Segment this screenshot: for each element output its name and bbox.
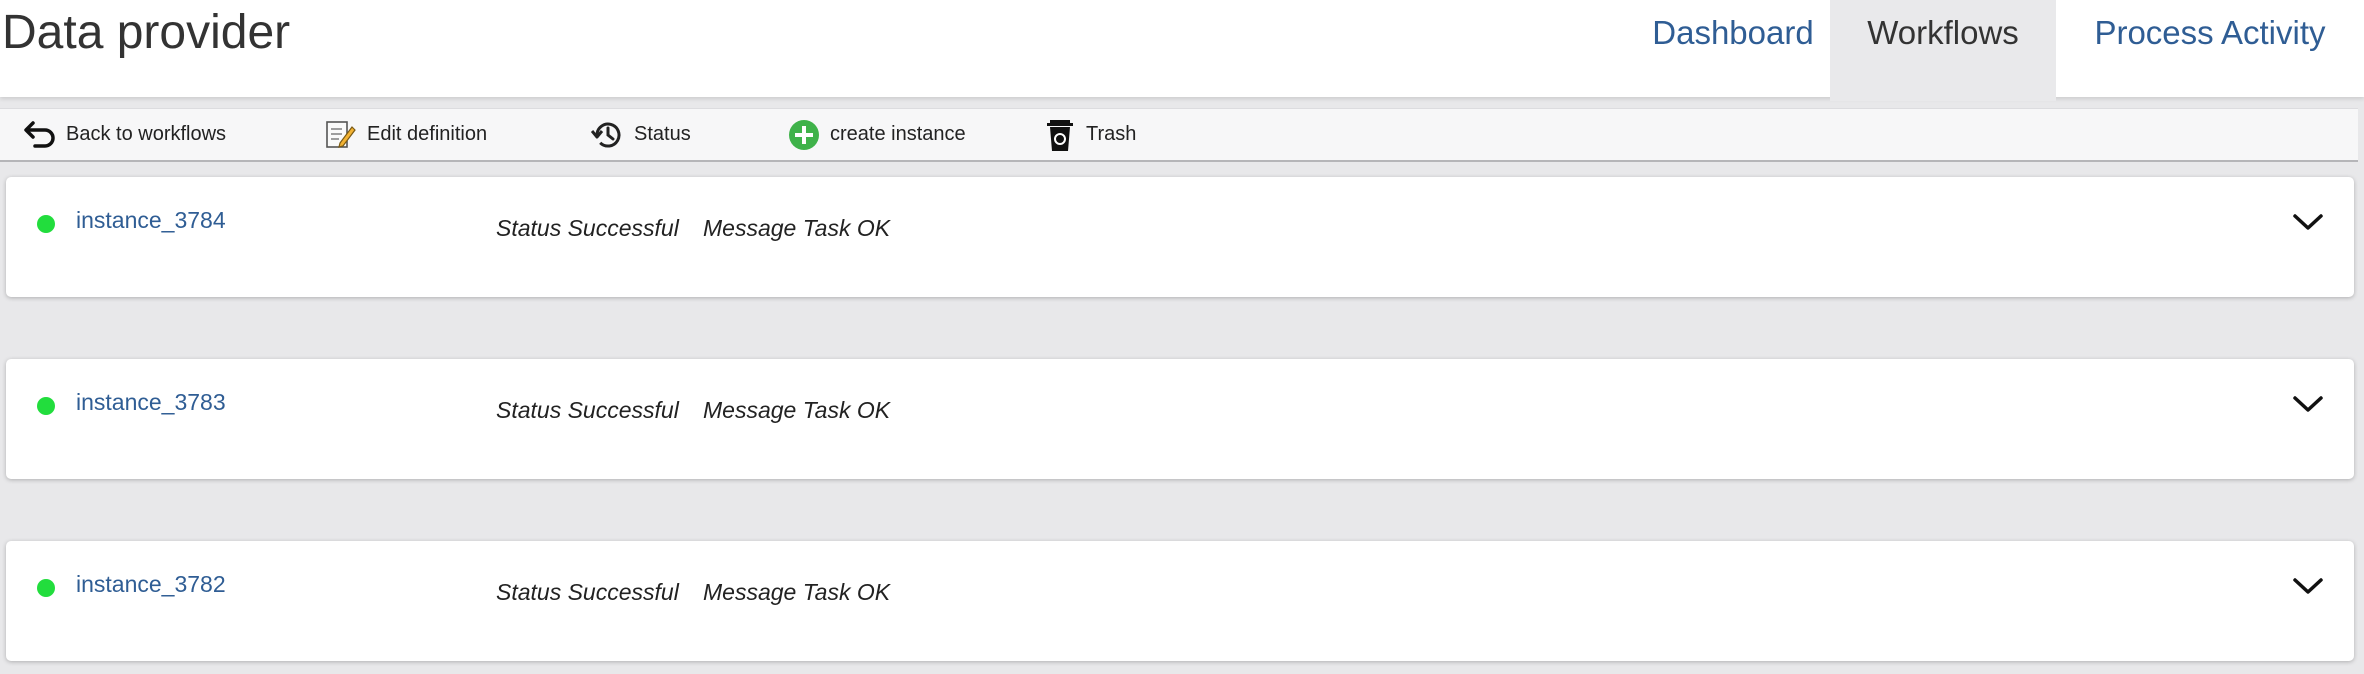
tab-process-activity[interactable]: Process Activity — [2056, 0, 2364, 101]
history-clock-icon — [590, 117, 626, 153]
tab-dashboard[interactable]: Dashboard — [1636, 0, 1830, 101]
instance-status: Status Successful — [496, 397, 679, 423]
instance-message: Message Task OK — [703, 215, 891, 241]
page-title: Data provider — [2, 6, 291, 59]
create-instance-button[interactable]: create instance — [786, 109, 966, 160]
tab-workflows[interactable]: Workflows — [1830, 0, 2056, 101]
instance-card: instance_3784 Status Successful Message … — [6, 177, 2354, 297]
status-button[interactable]: Status — [590, 109, 691, 160]
trash-label: Trash — [1086, 123, 1137, 145]
status-ok-dot — [37, 579, 55, 597]
plus-circle-icon — [786, 117, 822, 153]
instance-status: Status Successful — [496, 579, 679, 605]
edit-document-icon — [323, 117, 359, 153]
instance-name-link[interactable]: instance_3784 — [76, 207, 226, 234]
chevron-down-icon[interactable] — [2290, 389, 2326, 419]
back-to-workflows-label: Back to workflows — [66, 123, 227, 145]
chevron-down-icon[interactable] — [2290, 571, 2326, 601]
instance-card: instance_3783 Status Successful Message … — [6, 359, 2354, 479]
status-ok-dot — [37, 397, 55, 415]
instance-message: Message Task OK — [703, 579, 891, 605]
instance-card: instance_3782 Status Successful Message … — [6, 541, 2354, 661]
edit-definition-button[interactable]: Edit definition — [323, 109, 487, 160]
status-label: Status — [634, 123, 691, 145]
instance-name-link[interactable]: instance_3782 — [76, 571, 226, 598]
edit-definition-label: Edit definition — [367, 123, 488, 145]
trash-can-icon — [1042, 117, 1078, 153]
main-nav-tabs: Dashboard Workflows Process Activity — [1636, 0, 2364, 101]
back-to-workflows-button[interactable]: Back to workflows — [22, 109, 226, 160]
top-bar: Data provider Dashboard Workflows Proces… — [0, 0, 2364, 101]
instance-status: Status Successful — [496, 215, 679, 241]
chevron-down-icon[interactable] — [2290, 207, 2326, 237]
instance-message: Message Task OK — [703, 397, 891, 423]
back-arrow-icon — [22, 117, 58, 153]
status-ok-dot — [37, 215, 55, 233]
trash-button[interactable]: Trash — [1042, 109, 1136, 160]
create-instance-label: create instance — [830, 123, 966, 145]
toolbar: Back to workflows Edit definition Status — [0, 108, 2358, 162]
instance-name-link[interactable]: instance_3783 — [76, 389, 226, 416]
